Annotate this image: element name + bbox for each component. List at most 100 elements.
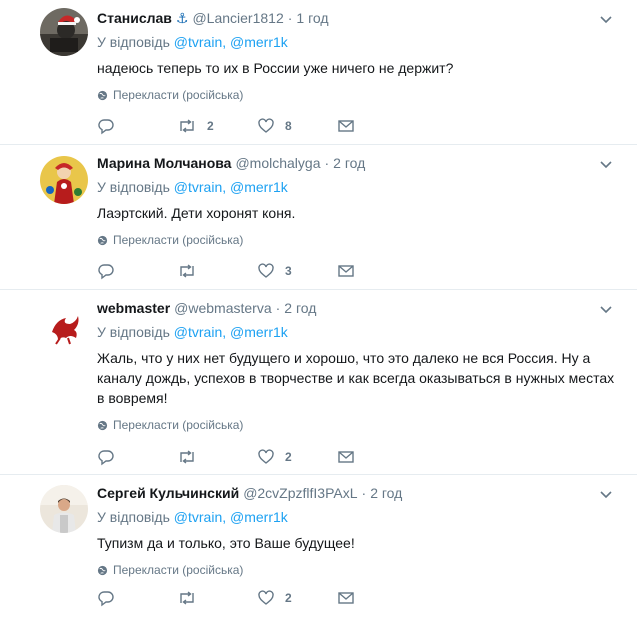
mention-link[interactable]: @tvrain [174,509,222,525]
dm-button[interactable] [337,117,417,135]
reply-context: У відповідь @tvrain, @merr1k [97,178,617,196]
retweet-icon [180,119,194,133]
user-handle[interactable]: @molchalyga [235,155,320,171]
retweet-icon [180,450,194,464]
comma: , [222,179,227,195]
tweet-text: Жаль, что у них нет будущего и хорошо, ч… [97,350,615,406]
reply-icon [98,450,114,466]
user-name[interactable]: Сергей Кульчинский [97,485,239,501]
comma: , [222,509,227,525]
timestamp[interactable]: 1 год [296,10,328,26]
envelope-icon [338,592,354,604]
reply-icon [98,119,114,135]
tweet[interactable]: Сергей Кульчинский @2cvZpzflfI3PAxL · 2 год… [0,475,637,617]
reply-context: У відповідь @tvrain, @merr1k [97,33,617,51]
heart-icon [258,590,274,605]
tweet-text: надеюсь теперь то их в России уже ничего… [97,60,454,76]
reply-button[interactable] [97,589,177,607]
retweet-icon [180,591,194,605]
action-bar: 2 8 [97,116,417,136]
reply-context: У відповідь @tvrain, @merr1k [97,323,617,341]
like-button[interactable]: 2 [257,448,337,466]
heart-icon [258,118,274,133]
user-handle[interactable]: @2cvZpzflfI3PAxL [243,485,357,501]
retweet-button[interactable] [177,448,257,466]
like-count: 2 [285,450,292,464]
action-bar: 2 [97,588,417,608]
translate-link[interactable]: Перекласти (російська) [97,232,617,248]
avatar[interactable] [40,8,88,56]
retweet-button[interactable] [177,589,257,607]
timestamp[interactable]: 2 год [370,485,402,501]
retweet-count: 2 [207,119,214,133]
mention-link[interactable]: @merr1k [230,34,288,50]
user-handle[interactable]: @Lancier1812 [192,10,283,26]
tweet[interactable]: Марина Молчанова @molchalyga · 2 год У відп… [0,145,637,290]
mention-link[interactable]: @merr1k [230,179,288,195]
reply-button[interactable] [97,262,177,280]
tweet-header: Марина Молчанова @molchalyga · 2 год [97,153,617,173]
tweet[interactable]: webmaster @webmasterva · 2 год У відповідь … [0,290,637,475]
heart-icon [258,263,274,278]
user-name[interactable]: Марина Молчанова [97,155,231,171]
chevron-down-icon[interactable] [599,157,613,171]
separator-dot: · [324,155,330,171]
mention-link[interactable]: @tvrain [174,179,222,195]
separator-dot: · [275,300,281,316]
mention-link[interactable]: @merr1k [230,509,288,525]
tweet-header: Станислав ⚓ @Lancier1812 · 1 год [97,8,617,28]
reply-context: У відповідь @tvrain, @merr1k [97,508,617,526]
tweet[interactable]: Станислав ⚓ @Lancier1812 · 1 год У відповідь… [0,0,637,145]
reply-icon [98,591,114,607]
mention-link[interactable]: @tvrain [174,34,222,50]
chevron-down-icon[interactable] [599,302,613,316]
user-name[interactable]: webmaster [97,300,170,316]
mention-link[interactable]: @tvrain [174,324,222,340]
user-handle[interactable]: @webmasterva [174,300,271,316]
retweet-button[interactable]: 2 [177,117,257,135]
dm-button[interactable] [337,448,417,466]
comma: , [222,324,227,340]
retweet-button[interactable] [177,262,257,280]
reply-button[interactable] [97,448,177,466]
avatar[interactable] [40,302,88,350]
envelope-icon [338,451,354,463]
comma: , [222,34,227,50]
reply-prefix: У відповідь [97,509,170,525]
like-button[interactable]: 8 [257,117,337,135]
reply-prefix: У відповідь [97,324,170,340]
globe-icon [97,235,108,245]
like-count: 3 [285,264,292,278]
globe-icon [97,565,108,575]
tweet-header: Сергей Кульчинский @2cvZpzflfI3PAxL · 2 год [97,483,617,503]
like-count: 8 [285,119,292,133]
heart-icon [258,449,274,464]
reply-prefix: У відповідь [97,179,170,195]
reply-prefix: У відповідь [97,34,170,50]
avatar[interactable] [40,485,88,533]
translate-label: Перекласти (російська) [113,563,244,577]
translate-link[interactable]: Перекласти (російська) [97,87,617,103]
tweet-text: Тупизм да и только, это Ваше будущее! [97,535,355,551]
envelope-icon [338,265,354,277]
like-button[interactable]: 2 [257,589,337,607]
translate-link[interactable]: Перекласти (російська) [97,417,617,433]
retweet-icon [180,264,194,278]
reply-button[interactable] [97,117,177,135]
translate-link[interactable]: Перекласти (російська) [97,562,617,578]
envelope-icon [338,120,354,132]
globe-icon [97,420,108,430]
like-button[interactable]: 3 [257,262,337,280]
action-bar: 3 [97,261,417,281]
mention-link[interactable]: @merr1k [230,324,288,340]
chevron-down-icon[interactable] [599,487,613,501]
timestamp[interactable]: 2 год [333,155,365,171]
dm-button[interactable] [337,589,417,607]
user-name[interactable]: Станислав [97,10,172,26]
separator-dot: · [287,10,293,26]
timestamp[interactable]: 2 год [284,300,316,316]
dm-button[interactable] [337,262,417,280]
chevron-down-icon[interactable] [599,12,613,26]
anchor-icon: ⚓ [175,10,189,26]
avatar[interactable] [40,156,88,204]
